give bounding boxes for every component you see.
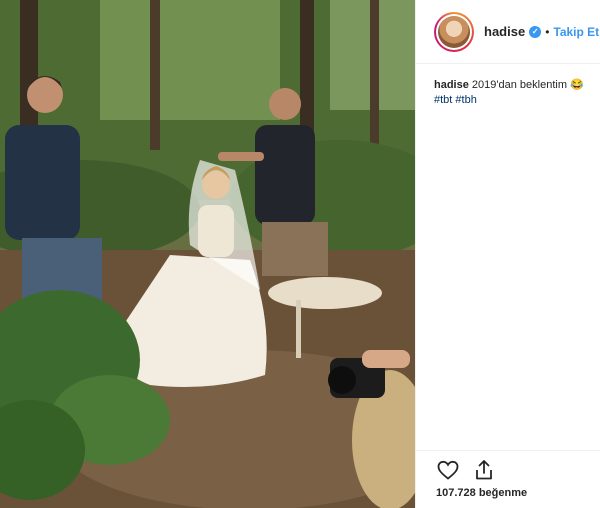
hashtag-link[interactable]: #tbh (455, 94, 476, 106)
hashtag-link[interactable]: #tbt (434, 94, 452, 106)
caption-text: 2019'dan beklentim 😂 (471, 79, 584, 91)
post-caption: hadise 2019'dan beklentim 😂 #tbt #tbh (434, 78, 594, 108)
instagram-post: hadise ✓ • Takip Et hadise 2019'dan bekl… (0, 0, 600, 508)
verified-badge-icon: ✓ (529, 25, 542, 38)
post-header: hadise ✓ • Takip Et (416, 0, 600, 64)
header-separator: • (545, 24, 550, 39)
share-icon[interactable] (472, 458, 496, 482)
likes-count[interactable]: 107.728 beğenme (416, 487, 600, 499)
action-icons (416, 451, 600, 487)
author-avatar[interactable] (434, 11, 474, 52)
post-photo[interactable] (0, 0, 415, 508)
photo-forest-bride-scene (0, 0, 415, 508)
avatar-image (438, 15, 470, 48)
post-sidebar: hadise ✓ • Takip Et hadise 2019'dan bekl… (415, 0, 600, 508)
caption-hashtags: #tbt #tbh (434, 93, 594, 108)
author-username[interactable]: hadise (484, 24, 525, 39)
caption-username[interactable]: hadise (434, 79, 469, 91)
follow-button[interactable]: Takip Et (553, 25, 599, 39)
post-actions: 107.728 beğenme (416, 450, 600, 499)
heart-icon[interactable] (436, 458, 460, 482)
